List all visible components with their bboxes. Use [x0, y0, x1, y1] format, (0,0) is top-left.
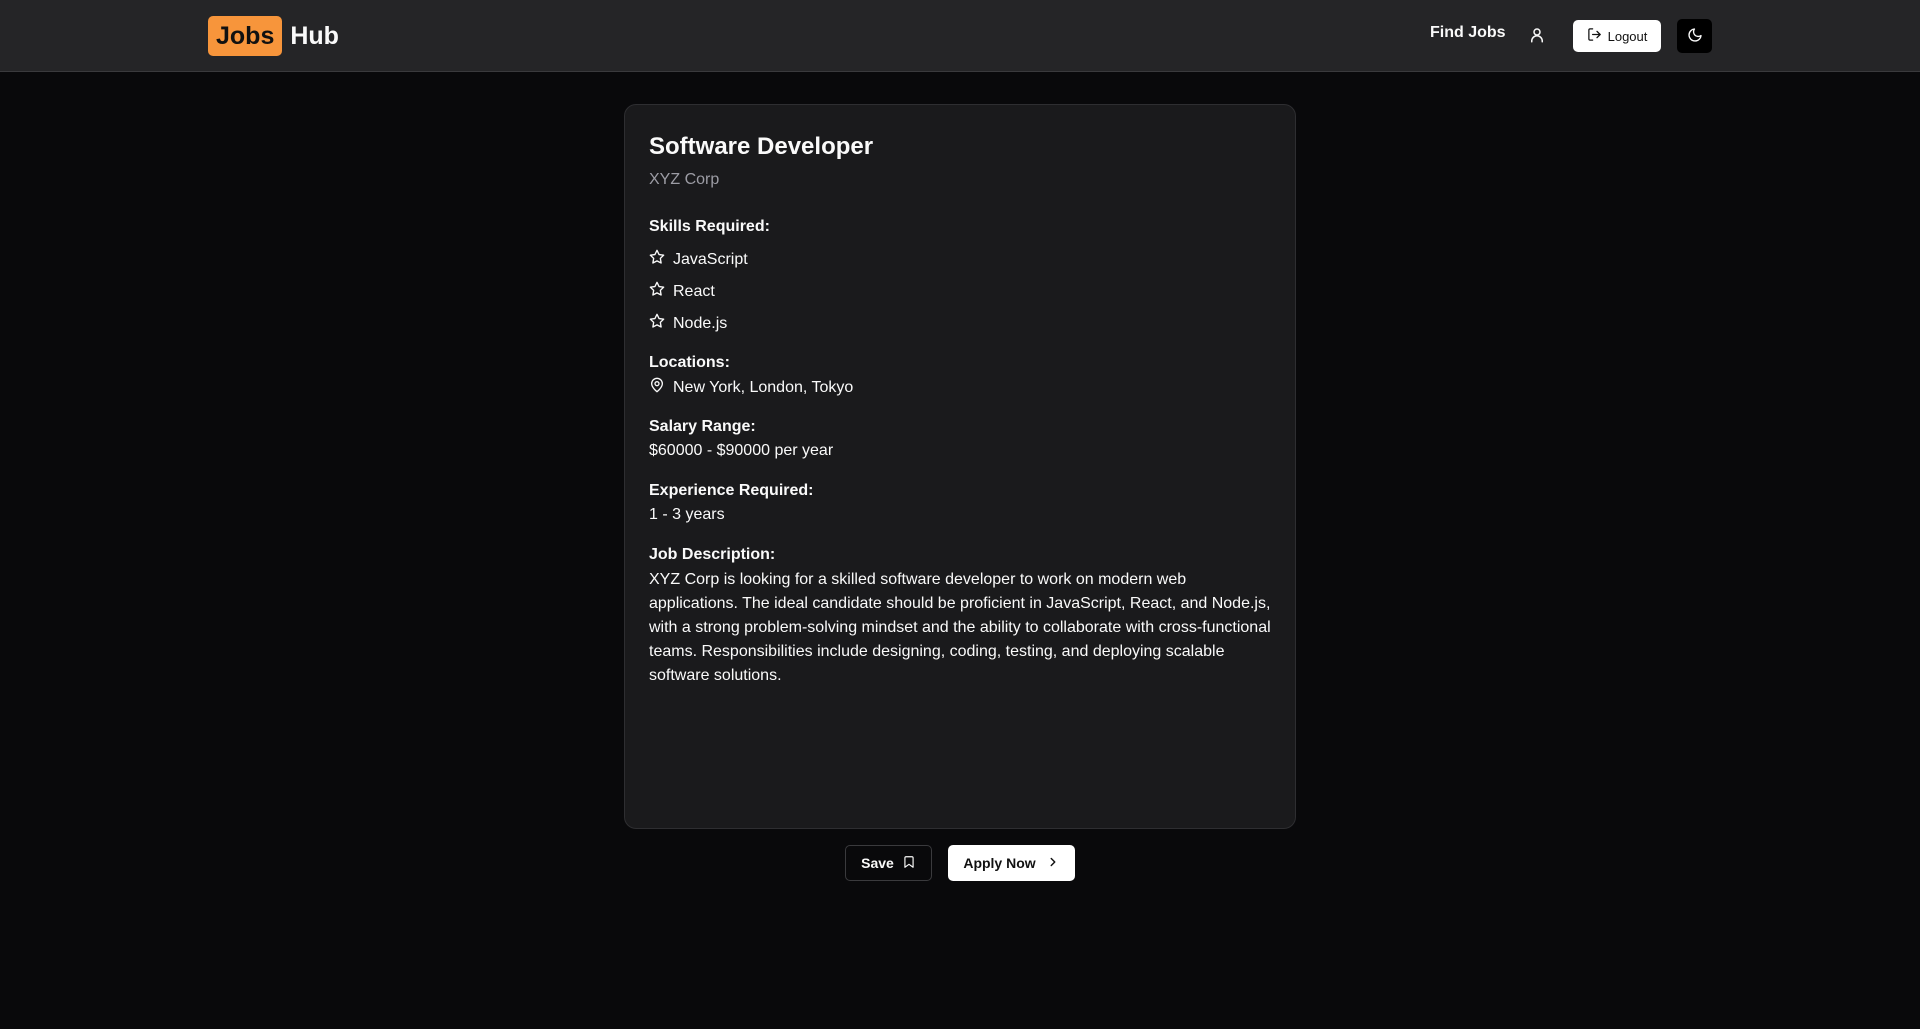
apply-label: Apply Now — [963, 855, 1036, 871]
description-label: Job Description: — [649, 546, 776, 563]
skill-label: Node.js — [673, 314, 728, 332]
skills-label: Skills Required: — [649, 218, 770, 235]
star-icon — [649, 249, 673, 270]
experience-label: Experience Required: — [649, 482, 814, 499]
logo-badge: Jobs — [208, 16, 283, 56]
skill-label: JavaScript — [673, 250, 748, 268]
map-pin-icon — [649, 377, 673, 398]
apply-now-button[interactable]: Apply Now — [948, 845, 1075, 881]
locations-label: Locations: — [649, 354, 730, 371]
locations-value: New York, London, Tokyo — [649, 377, 853, 398]
locations-text: New York, London, Tokyo — [673, 378, 854, 396]
logout-button[interactable]: Logout — [1573, 20, 1661, 52]
job-details-card: Software Developer XYZ Corp Skills Requi… — [624, 104, 1296, 829]
bookmark-icon — [902, 855, 916, 872]
logo[interactable]: Jobs Hub — [208, 16, 339, 56]
salary-value: $60000 - $90000 per year — [649, 442, 834, 459]
moon-icon — [1687, 27, 1703, 46]
skill-item: Node.js — [649, 313, 727, 334]
logout-label: Logout — [1607, 28, 1648, 44]
company-name: XYZ Corp — [649, 171, 720, 188]
chevron-right-icon — [1046, 855, 1060, 872]
star-icon — [649, 281, 673, 302]
save-label: Save — [861, 855, 894, 871]
star-icon — [649, 313, 673, 334]
logo-text: Hub — [290, 21, 339, 50]
experience-value: 1 - 3 years — [649, 506, 725, 523]
job-title: Software Developer — [649, 133, 874, 160]
theme-toggle-button[interactable] — [1677, 19, 1712, 53]
job-description: XYZ Corp is looking for a skilled softwa… — [649, 571, 1271, 684]
skill-label: React — [673, 282, 715, 300]
salary-label: Salary Range: — [649, 418, 756, 435]
skill-item: JavaScript — [649, 249, 748, 270]
top-navbar: Jobs Hub Find Jobs Logout — [0, 0, 1920, 72]
skill-item: React — [649, 281, 715, 302]
nav-find-jobs-link[interactable]: Find Jobs — [1430, 24, 1506, 42]
logout-icon — [1587, 27, 1602, 45]
save-button[interactable]: Save — [845, 845, 932, 881]
user-icon[interactable] — [1528, 26, 1546, 44]
